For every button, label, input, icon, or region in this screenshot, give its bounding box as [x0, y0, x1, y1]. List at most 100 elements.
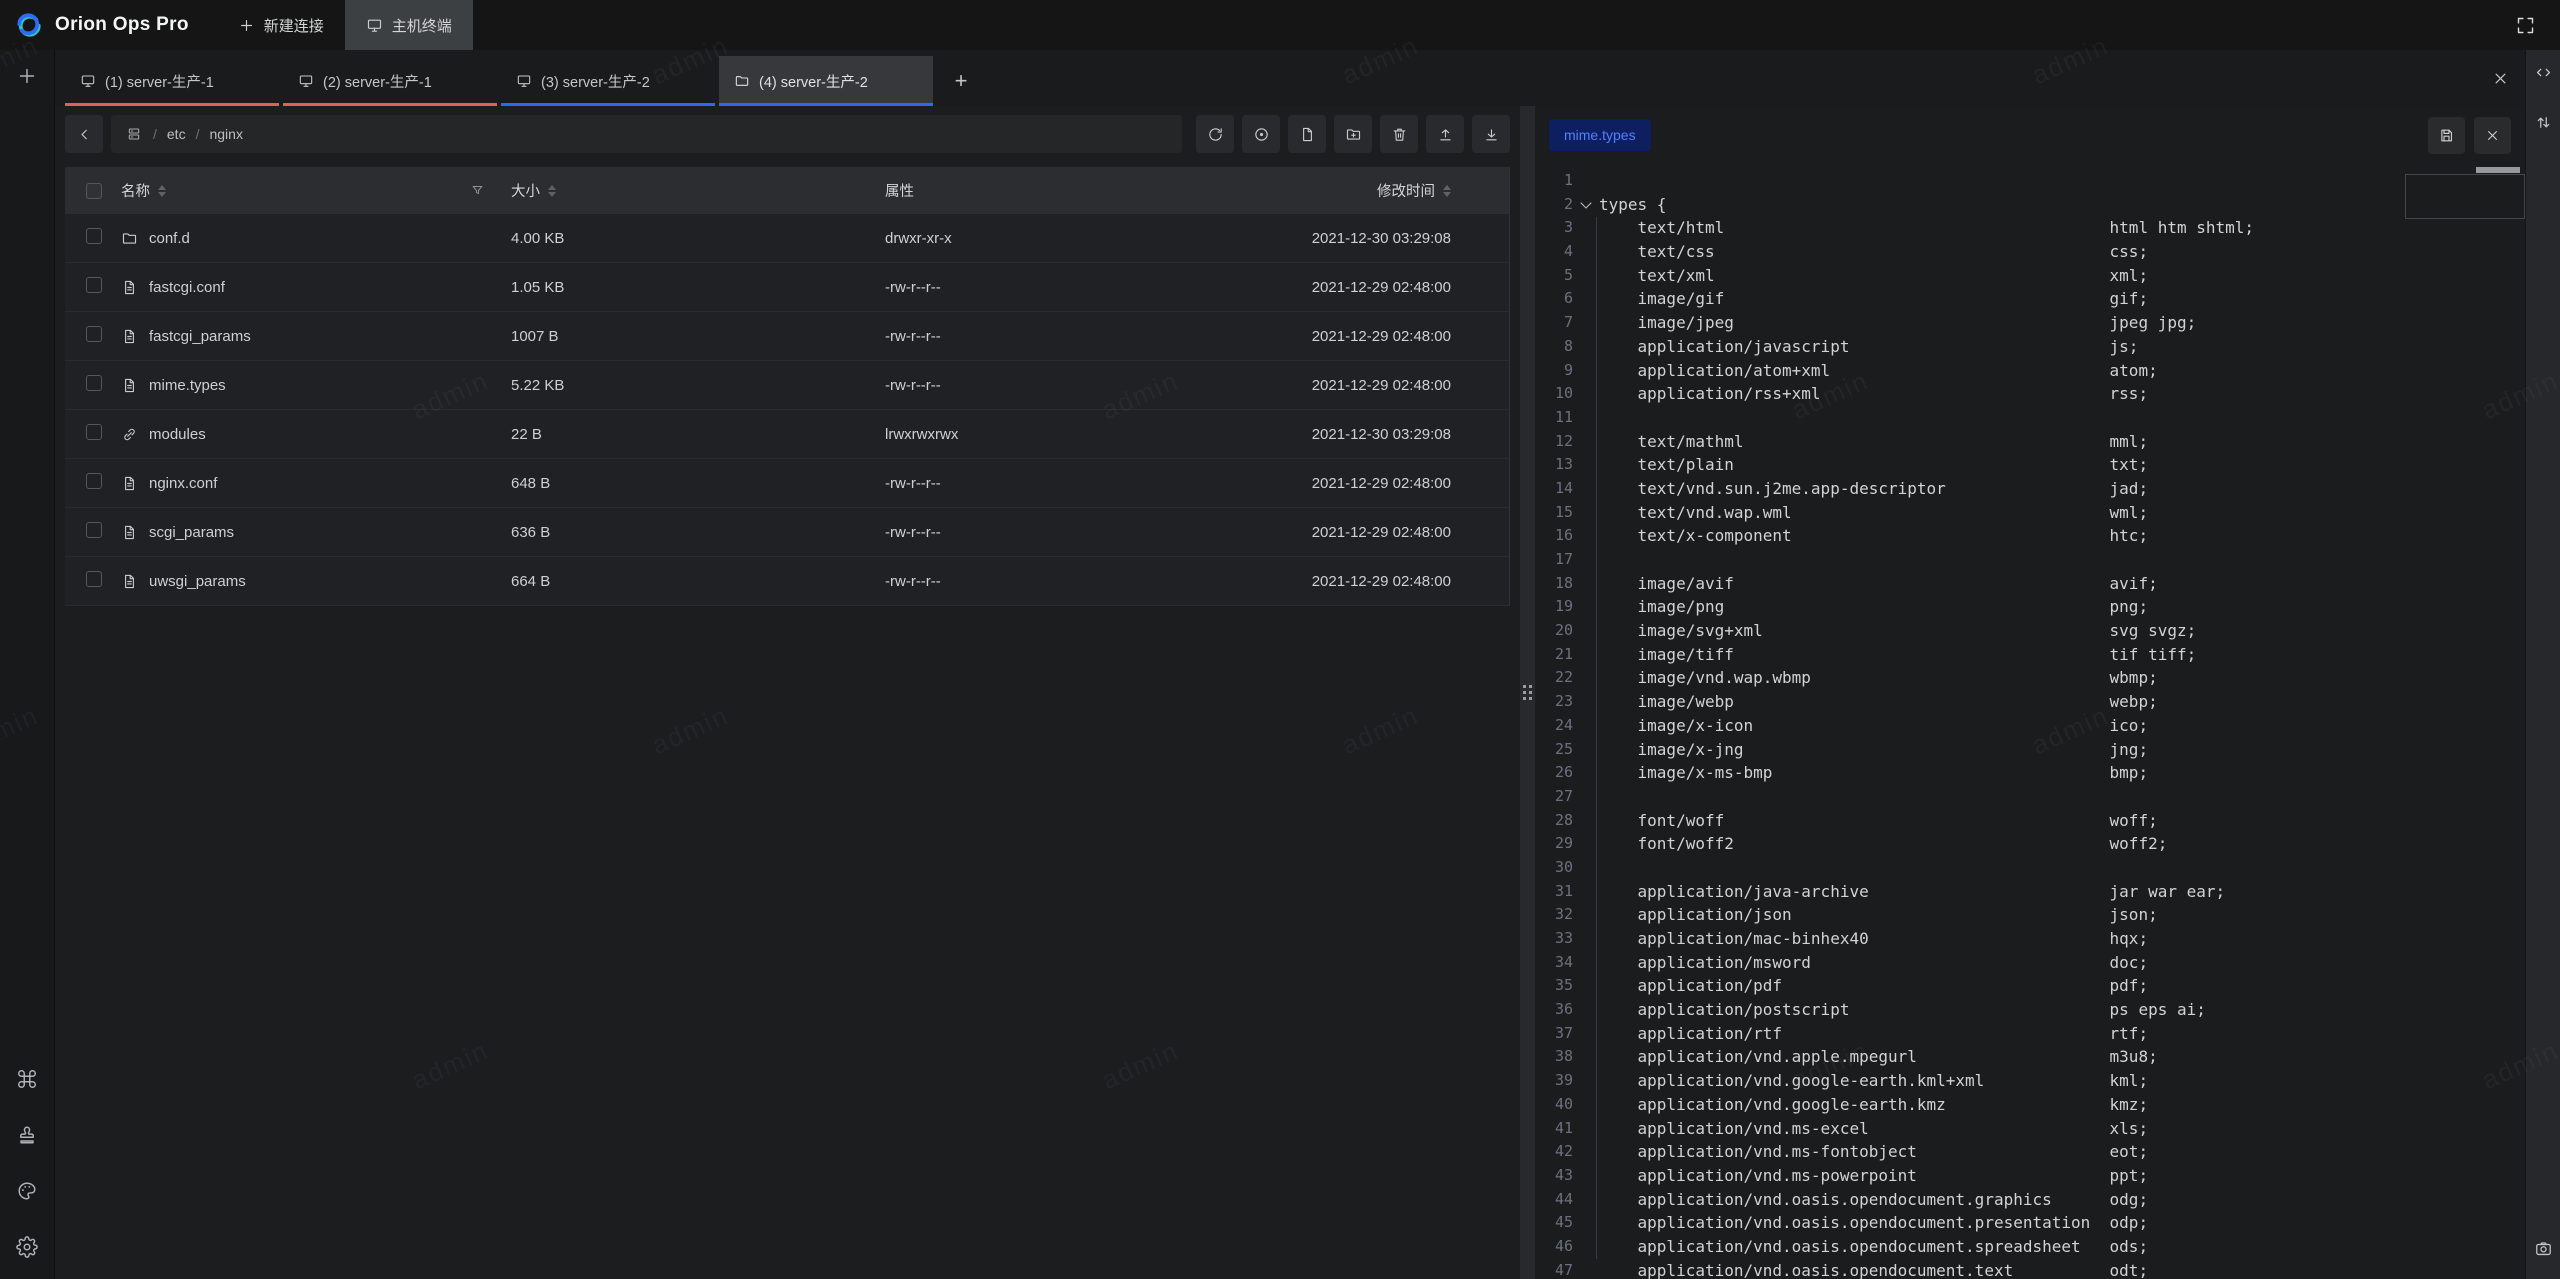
session-tab[interactable]: (4) server-生产-2 — [719, 56, 933, 106]
filter-icon[interactable] — [470, 183, 485, 198]
code-line[interactable]: 18 image/avif avif; — [1535, 572, 2525, 596]
preview-button[interactable] — [1242, 115, 1280, 153]
code-line[interactable]: 7 image/jpeg jpeg jpg; — [1535, 311, 2525, 335]
path-breadcrumb[interactable]: /etc/nginx — [111, 115, 1182, 153]
file-row[interactable]: conf.d 4.00 KB drwxr-xr-x 2021-12-30 03:… — [65, 214, 1509, 263]
breadcrumb-segment[interactable]: etc — [167, 126, 186, 142]
row-checkbox[interactable] — [86, 473, 102, 489]
row-checkbox[interactable] — [86, 326, 102, 342]
code-line[interactable]: 12 text/mathml mml; — [1535, 430, 2525, 454]
file-row[interactable]: fastcgi_params 1007 B -rw-r--r-- 2021-12… — [65, 312, 1509, 361]
row-checkbox[interactable] — [86, 522, 102, 538]
delete-button[interactable] — [1380, 115, 1418, 153]
code-line[interactable]: 1 — [1535, 169, 2525, 193]
code-line[interactable]: 41 application/vnd.ms-excel xls; — [1535, 1117, 2525, 1141]
code-line[interactable]: 11 — [1535, 406, 2525, 430]
column-header-name[interactable]: 名称 — [121, 180, 150, 201]
code-line[interactable]: 3 text/html html htm shtml; — [1535, 216, 2525, 240]
code-line[interactable]: 14 text/vnd.sun.j2me.app-descriptor jad; — [1535, 477, 2525, 501]
editor-scrollbar-thumb[interactable] — [2476, 167, 2520, 173]
plus-icon[interactable] — [16, 65, 38, 87]
menu-item[interactable]: 新建连接 — [217, 0, 345, 50]
code-line[interactable]: 27 — [1535, 785, 2525, 809]
code-line[interactable]: 44 application/vnd.oasis.opendocument.gr… — [1535, 1188, 2525, 1212]
code-line[interactable]: 20 image/svg+xml svg svgz; — [1535, 619, 2525, 643]
code-line[interactable]: 6 image/gif gif; — [1535, 287, 2525, 311]
code-line[interactable]: 39 application/vnd.google-earth.kml+xml … — [1535, 1069, 2525, 1093]
editor-file-tab[interactable]: mime.types — [1549, 119, 1651, 151]
file-row[interactable]: mime.types 5.22 KB -rw-r--r-- 2021-12-29… — [65, 361, 1509, 410]
file-row[interactable]: uwsgi_params 664 B -rw-r--r-- 2021-12-29… — [65, 557, 1509, 606]
code-line[interactable]: 23 image/webp webp; — [1535, 690, 2525, 714]
menu-item[interactable]: 主机终端 — [345, 0, 473, 50]
close-button[interactable] — [2474, 117, 2511, 154]
session-tab[interactable]: (3) server-生产-2 — [501, 56, 715, 106]
code-line[interactable]: 4 text/css css; — [1535, 240, 2525, 264]
session-tab[interactable]: (1) server-生产-1 — [65, 56, 279, 106]
close-icon[interactable] — [2491, 69, 2510, 88]
fold-chevron-icon[interactable] — [1580, 197, 1591, 208]
file-row[interactable]: nginx.conf 648 B -rw-r--r-- 2021-12-29 0… — [65, 459, 1509, 508]
code-line[interactable]: 25 image/x-jng jng; — [1535, 738, 2525, 762]
row-checkbox[interactable] — [86, 228, 102, 244]
code-line[interactable]: 15 text/vnd.wap.wml wml; — [1535, 501, 2525, 525]
code-line[interactable]: 36 application/postscript ps eps ai; — [1535, 998, 2525, 1022]
code-line[interactable]: 33 application/mac-binhex40 hqx; — [1535, 927, 2525, 951]
save-button[interactable] — [2428, 117, 2465, 154]
upload-button[interactable] — [1426, 115, 1464, 153]
code-line[interactable]: 45 application/vnd.oasis.opendocument.pr… — [1535, 1211, 2525, 1235]
brand[interactable]: Orion Ops Pro — [0, 10, 189, 40]
swap-icon[interactable] — [2534, 113, 2553, 132]
code-line[interactable]: 37 application/rtf rtf; — [1535, 1022, 2525, 1046]
session-tab[interactable]: (2) server-生产-1 — [283, 56, 497, 106]
code-line[interactable]: 9 application/atom+xml atom; — [1535, 359, 2525, 383]
new-folder-button[interactable] — [1334, 115, 1372, 153]
code-line[interactable]: 21 image/tiff tif tiff; — [1535, 643, 2525, 667]
code-line[interactable]: 26 image/x-ms-bmp bmp; — [1535, 761, 2525, 785]
code-line[interactable]: 32 application/json json; — [1535, 903, 2525, 927]
sort-mtime-toggle[interactable] — [1443, 185, 1451, 197]
column-header-size[interactable]: 大小 — [511, 180, 540, 201]
fullscreen-icon[interactable] — [2515, 15, 2536, 36]
code-line[interactable]: 24 image/x-icon ico; — [1535, 714, 2525, 738]
code-line[interactable]: 46 application/vnd.oasis.opendocument.sp… — [1535, 1235, 2525, 1259]
code-line[interactable]: 28 font/woff woff; — [1535, 809, 2525, 833]
code-line[interactable]: 40 application/vnd.google-earth.kmz kmz; — [1535, 1093, 2525, 1117]
code-editor[interactable]: 12types {3 text/html html htm shtml;4 te… — [1535, 164, 2525, 1279]
code-line[interactable]: 38 application/vnd.apple.mpegurl m3u8; — [1535, 1045, 2525, 1069]
sort-name-toggle[interactable] — [158, 185, 166, 197]
download-button[interactable] — [1472, 115, 1510, 153]
column-header-mtime[interactable]: 修改时间 — [1377, 180, 1435, 201]
command-icon[interactable] — [16, 1068, 38, 1090]
back-button[interactable] — [65, 115, 103, 153]
palette-icon[interactable] — [16, 1180, 38, 1202]
code-line[interactable]: 35 application/pdf pdf; — [1535, 974, 2525, 998]
code-line[interactable]: 17 — [1535, 548, 2525, 572]
camera-icon[interactable] — [2534, 1239, 2553, 1258]
code-line[interactable]: 30 — [1535, 856, 2525, 880]
code-line[interactable]: 2types { — [1535, 193, 2525, 217]
code-line[interactable]: 29 font/woff2 woff2; — [1535, 832, 2525, 856]
file-row[interactable]: fastcgi.conf 1.05 KB -rw-r--r-- 2021-12-… — [65, 263, 1509, 312]
breadcrumb-segment[interactable]: nginx — [209, 126, 242, 142]
refresh-button[interactable] — [1196, 115, 1234, 153]
code-line[interactable]: 16 text/x-component htc; — [1535, 524, 2525, 548]
panel-resize-handle[interactable] — [1520, 106, 1535, 1279]
row-checkbox[interactable] — [86, 571, 102, 587]
code-line[interactable]: 31 application/java-archive jar war ear; — [1535, 880, 2525, 904]
code-line[interactable]: 47 application/vnd.oasis.opendocument.te… — [1535, 1259, 2525, 1279]
code-line[interactable]: 43 application/vnd.ms-powerpoint ppt; — [1535, 1164, 2525, 1188]
code-icon[interactable] — [2534, 63, 2553, 82]
code-line[interactable]: 22 image/vnd.wap.wbmp wbmp; — [1535, 666, 2525, 690]
code-line[interactable]: 34 application/msword doc; — [1535, 951, 2525, 975]
code-line[interactable]: 5 text/xml xml; — [1535, 264, 2525, 288]
stamp-icon[interactable] — [16, 1124, 38, 1146]
row-checkbox[interactable] — [86, 424, 102, 440]
gear-icon[interactable] — [16, 1236, 38, 1258]
row-checkbox[interactable] — [86, 375, 102, 391]
code-line[interactable]: 19 image/png png; — [1535, 595, 2525, 619]
code-line[interactable]: 42 application/vnd.ms-fontobject eot; — [1535, 1140, 2525, 1164]
code-line[interactable]: 13 text/plain txt; — [1535, 453, 2525, 477]
sort-size-toggle[interactable] — [548, 185, 556, 197]
row-checkbox[interactable] — [86, 277, 102, 293]
